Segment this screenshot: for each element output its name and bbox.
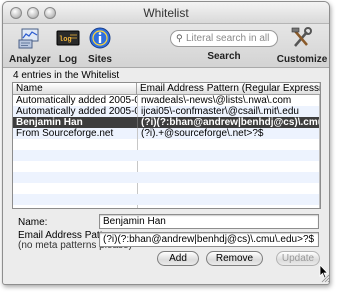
toolbar: Analyzer log Log Sites ⚲ Literal search … (3, 24, 329, 68)
analyzer-label: Analyzer (9, 54, 51, 65)
empty-table-row[interactable] (13, 172, 320, 183)
row-name-cell: Automatically added 2005-03-11 ( (16, 106, 137, 117)
mouse-cursor-icon (319, 264, 329, 279)
row-name-cell: From Sourceforge.net (16, 128, 114, 139)
row-name-cell: Automatically added 2005-03-11 ( (16, 95, 137, 106)
sites-info-icon (89, 27, 111, 49)
analyzer-toolbar-button[interactable]: Analyzer (9, 27, 51, 65)
svg-text:log: log (59, 36, 72, 44)
update-button[interactable]: Update (276, 251, 320, 266)
table-row[interactable]: From Sourceforge.net (?i).+@sourceforge\.… (13, 128, 320, 139)
row-name-cell: Benjamin Han (16, 117, 83, 128)
table-row[interactable]: Automatically added 2005-03-11 (ijcai05\… (13, 106, 320, 117)
whitelist-window: Whitelist Analyzer log Log Sites ⚲ Liter… (2, 1, 330, 285)
table-body: Automatically added 2005-03-11 (nwadeals… (13, 95, 320, 205)
table-row[interactable]: Automatically added 2005-03-11 (nwadeals… (13, 95, 320, 106)
analyzer-icon (18, 28, 39, 49)
name-field[interactable]: Benjamin Han (99, 214, 319, 229)
row-pattern-cell: (?i).+@sourceforge\.net>?$ (137, 128, 320, 139)
pattern-field[interactable]: (?i)(?:bhan@andrew|benhdj@cs)\.cmu\.edu>… (99, 232, 319, 247)
row-pattern-cell: (?i)(?:bhan@andrew|benhdj@cs)\.cmu\.edu>… (137, 117, 320, 128)
search-toolbar-item: ⚲ Literal search in all Search (168, 27, 280, 62)
sites-label: Sites (88, 54, 112, 65)
search-label: Search (207, 51, 241, 62)
window-title: Whitelist (143, 6, 189, 20)
empty-table-row[interactable] (13, 150, 320, 161)
entry-count-status: 4 entries in the Whitelist (13, 70, 120, 81)
empty-table-row[interactable] (13, 194, 320, 205)
empty-table-row[interactable] (13, 139, 320, 150)
sites-toolbar-button[interactable]: Sites (85, 27, 115, 65)
row-pattern-cell: nwadeals\-news\@lists\.nwa\.com (137, 95, 320, 106)
add-button[interactable]: Add (157, 251, 199, 266)
customize-label: Customize (276, 54, 328, 65)
log-label: Log (58, 54, 78, 65)
name-label: Name: (18, 217, 48, 228)
search-placeholder: Literal search in all (186, 33, 270, 44)
table-row[interactable]: Benjamin Han (?i)(?:bhan@andrew|benhdj@cs… (13, 117, 320, 128)
search-icon: ⚲ (176, 33, 183, 43)
row-pattern-cell: ijcai05\-confmaster\@csail\.mit\.edu (137, 106, 320, 117)
search-input[interactable]: ⚲ Literal search in all (170, 30, 278, 47)
log-toolbar-button[interactable]: log Log (55, 27, 81, 65)
remove-button[interactable]: Remove (206, 251, 263, 266)
whitelist-table[interactable]: Name Email Address Pattern (Regular Expr… (12, 82, 321, 209)
tools-icon (291, 27, 312, 47)
column-header-pattern[interactable]: Email Address Pattern (Regular Expressio… (137, 83, 320, 95)
column-header-name[interactable]: Name (13, 83, 137, 95)
empty-table-row[interactable] (13, 161, 320, 172)
empty-table-row[interactable] (13, 183, 320, 194)
customize-toolbar-button[interactable]: Customize (276, 27, 328, 65)
table-header: Name Email Address Pattern (Regular Expr… (13, 83, 320, 95)
title-bar[interactable]: Whitelist (3, 2, 329, 24)
log-icon: log (56, 30, 80, 46)
table-edge (319, 95, 320, 208)
